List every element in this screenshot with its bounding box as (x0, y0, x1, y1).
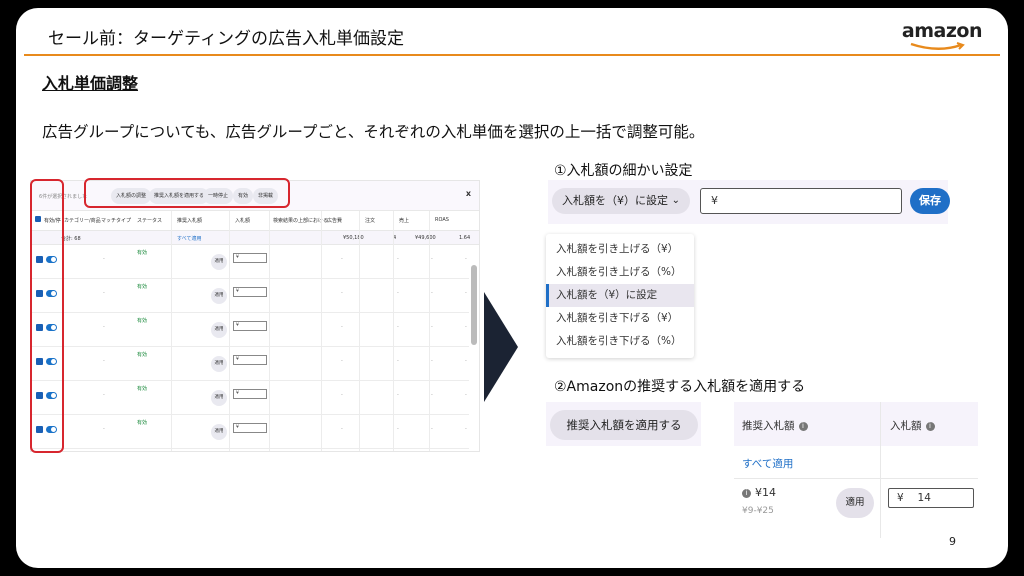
column-divider (229, 211, 230, 451)
title-divider (24, 54, 1000, 56)
info-icon: i (742, 488, 751, 498)
recommended-bid-table: 推奨入札額 i 入札額 i すべて適用 i ¥14 ¥9-¥25 適用 ¥ 14 (734, 402, 978, 538)
menu-item-decrease-yen[interactable]: 入札額を引き下げる（¥） (546, 307, 694, 330)
menu-item-set-yen[interactable]: 入札額を（¥）に設定 (546, 284, 694, 307)
row-apply-button[interactable]: 適用 (211, 288, 227, 304)
column-divider (359, 211, 360, 451)
menu-item-increase-yen[interactable]: 入札額を引き上げる（¥） (546, 238, 694, 261)
row-status: 有効 (137, 284, 148, 290)
totals-sales: ¥49,600 (415, 235, 436, 241)
row-apply-button[interactable]: 適用 (211, 254, 227, 270)
column-divider (880, 402, 881, 538)
table-row: - 有効 適用 ¥ ---- (31, 245, 469, 279)
close-icon[interactable]: x (466, 189, 471, 198)
description-text: 広告グループについても、広告グループごと、それぞれの入札単価を選択の上一括で調整… (42, 123, 705, 141)
row-status: 有効 (137, 318, 148, 324)
col-suggested-bid: 推奨入札額 (177, 218, 203, 224)
amazon-smile-icon (910, 42, 965, 50)
col-match-type: マッチタイプ (101, 218, 132, 224)
col-category: カテゴリー/商品 (64, 218, 101, 224)
row-divider (734, 478, 978, 479)
chevron-down-icon: ⌄ (671, 195, 680, 206)
row-bid-input[interactable]: ¥ (233, 355, 267, 365)
info-icon: i (798, 421, 808, 431)
section-heading: 入札単価調整 (42, 74, 139, 93)
bid-amount-input[interactable]: ¥ (700, 188, 902, 214)
table-header: 有効/停 カテゴリー/商品 マッチタイプ ステータス 推奨入札額 入札額 検索結… (31, 211, 479, 231)
apply-all-link[interactable]: すべて適用 (742, 456, 793, 471)
col-roas: ROAS (435, 217, 449, 223)
row-bid-input[interactable]: ¥ (233, 423, 267, 433)
row-bid-input[interactable]: ¥ (233, 321, 267, 331)
apply-all-link[interactable]: すべて適用 (177, 235, 201, 242)
menu-item-decrease-percent[interactable]: 入札額を引き下げる（%） (546, 330, 694, 353)
table-row: - 有効 適用 ¥ ---- (31, 279, 469, 313)
info-icon: i (925, 421, 935, 431)
row-status: 有効 (137, 352, 148, 358)
scrollbar[interactable] (471, 265, 477, 345)
table-row: - 有効 適用 ¥ ---- (31, 381, 469, 415)
column-divider (429, 211, 430, 451)
row-apply-button[interactable]: 適用 (211, 322, 227, 338)
bid-action-dropdown[interactable]: 入札額を（¥）に設定 ⌄ (552, 188, 690, 214)
column-divider (393, 211, 394, 451)
column-divider (171, 211, 172, 451)
recommended-range: ¥9-¥25 (742, 506, 774, 516)
page-number: 9 (949, 535, 956, 548)
apply-suggested-bid-button[interactable]: 推奨入札額を適用する (550, 410, 698, 440)
row-apply-button[interactable]: 適用 (211, 424, 227, 440)
bid-action-dropdown-label: 入札額を（¥）に設定 (562, 194, 668, 207)
bid-setting-bar: 入札額を（¥）に設定 ⌄ ¥ 保存 (548, 180, 950, 224)
col-sales: 売上 (399, 218, 410, 224)
col-recommended-bid: 推奨入札額 i (742, 418, 808, 433)
col-orders: 注文 (365, 218, 376, 224)
bid-action-menu: 入札額を引き上げる（¥） 入札額を引き上げる（%） 入札額を（¥）に設定 入札額… (546, 234, 694, 358)
amazon-logo-text: amazon (901, 20, 983, 42)
table-row: - 有効 適用 ¥ ---- (31, 347, 469, 381)
row-bid-input[interactable]: ¥ (233, 253, 267, 263)
table-row: - 有効 適用 ¥ ---- (31, 313, 469, 347)
row-bid-input[interactable]: ¥ (233, 389, 267, 399)
col-spend: 広告費 (327, 218, 343, 224)
row-apply-button[interactable]: 適用 (211, 356, 227, 372)
totals-row: 合計: 68 すべて適用 ¥50,180 4 ¥49,600 1.64 (31, 231, 479, 245)
save-button[interactable]: 保存 (910, 188, 950, 214)
totals-spend: ¥50,180 (343, 235, 364, 241)
ad-group-table-screenshot: 6件が選択されました 入札額の調整 推奨入札額を適用する 一時停止 有効 非掲載… (30, 180, 480, 452)
panel1-title: ①入札額の細かい設定 (554, 163, 693, 179)
panel2-title: ②Amazonの推奨する入札額を適用する (554, 379, 806, 395)
checkbox-highlight-box (30, 179, 64, 453)
menu-item-increase-percent[interactable]: 入札額を引き上げる（%） (546, 261, 694, 284)
recommend-bar: 推奨入札額を適用する (546, 402, 701, 446)
col-bid: 入札額 i (890, 418, 935, 433)
totals-roas: 1.64 (459, 235, 471, 241)
column-divider (321, 211, 322, 451)
column-divider (269, 211, 270, 451)
row-status: 有効 (137, 250, 148, 256)
recommended-value: i ¥14 (742, 486, 776, 499)
table-row: - 有効 適用 ¥ ---- (31, 415, 469, 449)
row-apply-button[interactable]: 適用 (211, 390, 227, 406)
row-status: 有効 (137, 386, 148, 392)
row-bid-input[interactable]: ¥ (233, 287, 267, 297)
col-bid: 入札額 (235, 218, 251, 224)
apply-button[interactable]: 適用 (836, 488, 874, 518)
slide-title: セール前：ターゲティングの広告入札単価設定 (48, 29, 404, 49)
row-status: 有効 (137, 420, 148, 426)
arrow-right-icon (484, 292, 518, 402)
col-top-of-search: 検索結果の上部における (273, 218, 329, 224)
slide: セール前：ターゲティングの広告入札単価設定 amazon 入札単価調整 広告グル… (16, 8, 1008, 568)
amazon-logo: amazon (901, 20, 983, 50)
col-status: ステータス (137, 218, 163, 224)
toolbar-highlight-box (84, 178, 290, 208)
bid-input[interactable]: ¥ 14 (888, 488, 974, 508)
